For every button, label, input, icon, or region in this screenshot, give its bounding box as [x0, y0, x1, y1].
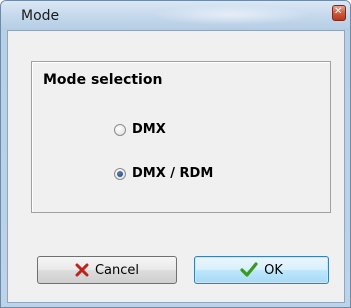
close-button[interactable]: ✕: [332, 5, 346, 21]
dialog-client-area: Mode selection DMX DMX / RDM Cancel OK: [7, 30, 345, 303]
ok-label: OK: [264, 262, 283, 278]
radio-option-dmx-rdm[interactable]: DMX / RDM: [114, 166, 213, 181]
cancel-label: Cancel: [94, 262, 140, 278]
radio-button-dmx[interactable]: [114, 123, 126, 136]
title-bar-glow: [151, 5, 311, 25]
radio-label-dmx-rdm: DMX / RDM: [132, 166, 214, 181]
window-title: Mode: [21, 8, 60, 24]
title-bar[interactable]: Mode ✕: [1, 1, 350, 30]
radio-label-dmx: DMX: [132, 122, 166, 137]
radio-option-dmx[interactable]: DMX: [114, 122, 166, 137]
mode-dialog-window: Mode ✕ Mode selection DMX DMX / RDM Canc…: [0, 0, 351, 308]
mode-selection-group: Mode selection DMX DMX / RDM: [31, 61, 331, 213]
red-x-icon: [75, 263, 89, 277]
close-icon: ✕: [334, 6, 343, 17]
ok-button[interactable]: OK: [194, 256, 329, 284]
group-title: Mode selection: [43, 72, 163, 88]
cancel-button[interactable]: Cancel: [37, 256, 177, 284]
green-check-icon: [240, 262, 258, 278]
radio-button-dmx-rdm[interactable]: [114, 167, 126, 180]
